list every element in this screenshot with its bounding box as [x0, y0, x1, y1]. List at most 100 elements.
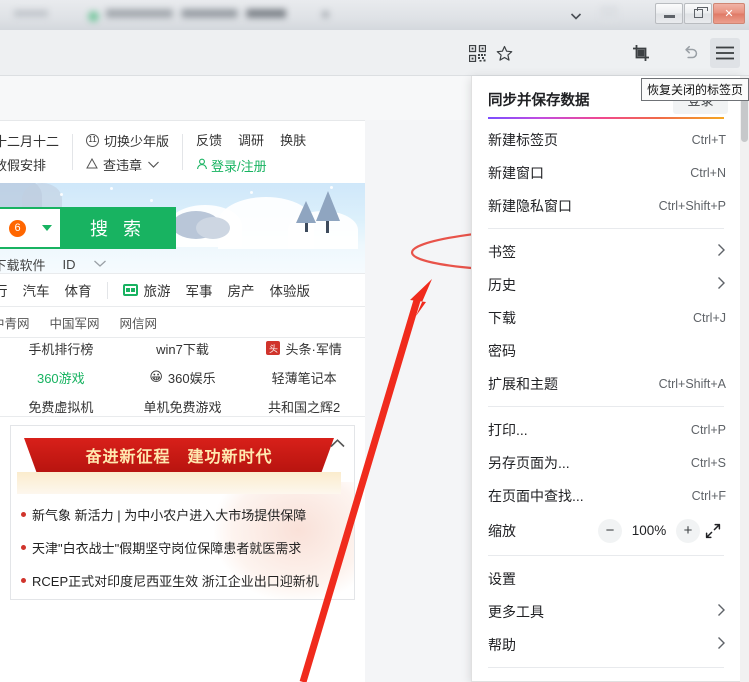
snowflake — [250, 191, 253, 194]
menu-item-exit[interactable]: 退出 Ctrl+Shift+Q — [472, 674, 740, 682]
holiday-info[interactable]: 十二月十二 放假安排 — [0, 131, 72, 174]
hot-link-2[interactable]: ID — [63, 257, 76, 272]
quick-link-5[interactable]: 轻薄笔记本 — [243, 368, 365, 387]
menu-item-save-page-as[interactable]: 另存页面为... Ctrl+S — [472, 446, 740, 479]
search-dropdown-caret-icon[interactable] — [42, 225, 52, 231]
menu-zoom-row: 缩放 − 100% + — [472, 512, 740, 549]
menu-item-label: 帮助 — [488, 635, 516, 655]
hamburger-menu-icon[interactable] — [710, 38, 740, 68]
divider — [107, 282, 108, 299]
browser-toolbar — [0, 30, 749, 76]
nav-item-1[interactable]: 汽车 — [23, 280, 50, 300]
bush-shape — [196, 217, 230, 239]
zoom-in-button[interactable]: + — [676, 519, 700, 543]
subnav-item-2[interactable]: 网信网 — [120, 313, 158, 332]
utility-middle-group: 11 切换少年版 查违章 — [73, 131, 182, 174]
menu-item-new-window[interactable]: 新建窗口 Ctrl+N — [472, 156, 740, 189]
search-button[interactable]: 搜 索 — [60, 207, 176, 249]
menu-item-history[interactable]: 历史 — [472, 268, 740, 301]
news-banner-shadow — [17, 472, 341, 494]
chevron-down-icon[interactable] — [147, 157, 160, 172]
teen-mode-link[interactable]: 11 切换少年版 — [86, 131, 169, 150]
quick-link-label: 手机排行榜 — [28, 339, 93, 358]
feedback-link[interactable]: 反馈 — [196, 130, 222, 149]
traffic-violation-link[interactable]: 查违章 — [86, 155, 169, 174]
quick-link-8[interactable]: 共和国之辉2 — [243, 397, 365, 416]
tab-close-icon[interactable] — [322, 11, 329, 18]
window-minimize-button[interactable] — [655, 3, 683, 24]
menu-item-label: 历史 — [488, 275, 516, 295]
skin-link[interactable]: 换肤 — [280, 130, 306, 149]
zoom-value: 100% — [622, 523, 676, 538]
menu-item-more-tools[interactable]: 更多工具 — [472, 595, 740, 628]
window-restore-button[interactable] — [684, 3, 712, 24]
search-count-badge: 6 — [9, 220, 26, 237]
bookmark-star-icon[interactable] — [489, 38, 519, 68]
nav-item-5[interactable]: 房产 — [228, 280, 255, 300]
login-register-label: 登录/注册 — [211, 156, 267, 175]
news-item[interactable]: 新气象 新活力 | 为中小农户进入大市场提供保障 — [21, 498, 346, 531]
menu-item-label: 新建隐私窗口 — [488, 196, 572, 216]
quick-link-4[interactable]: 😀360娱乐 — [122, 368, 244, 387]
zoom-out-button[interactable]: − — [598, 519, 622, 543]
site-login-register-link[interactable]: 登录/注册 — [196, 156, 306, 175]
news-item[interactable]: RCEP正式对印度尼西亚生效 浙江企业出口迎新机 — [21, 564, 346, 597]
menu-item-passwords[interactable]: 密码 — [472, 334, 740, 367]
screenshot-crop-icon[interactable] — [626, 38, 656, 68]
quick-links-grid: 手机排行榜 win7下载 头头条·军情 360游戏 😀360娱乐 轻薄笔记本 免… — [0, 337, 365, 417]
quick-link-1[interactable]: win7下载 — [122, 339, 244, 358]
hot-link-1[interactable]: 下载软件 — [0, 255, 46, 273]
menu-item-downloads[interactable]: 下载 Ctrl+J — [472, 301, 740, 334]
quick-link-0[interactable]: 手机排行榜 — [0, 339, 122, 358]
quick-link-label: 共和国之辉2 — [268, 397, 340, 416]
menu-item-bookmarks[interactable]: 书签 — [472, 235, 740, 268]
menu-item-find-in-page[interactable]: 在页面中查找... Ctrl+F — [472, 479, 740, 512]
browser-tabstrip-blurred[interactable] — [0, 0, 640, 30]
quick-link-3[interactable]: 360游戏 — [0, 368, 122, 387]
menu-item-label: 下载 — [488, 308, 516, 328]
quick-link-7[interactable]: 单机免费游戏 — [122, 397, 244, 416]
quick-link-2[interactable]: 头头条·军情 — [243, 339, 365, 358]
fullscreen-button[interactable] — [700, 519, 726, 543]
restore-closed-tab-tooltip: 恢复关闭的标签页 — [641, 78, 749, 101]
news-collapse-chevron-up-icon[interactable] — [329, 436, 346, 453]
subnav-item-1[interactable]: 中国军网 — [50, 313, 100, 332]
news-item[interactable]: 天津"白衣战士"假期坚守岗位保障患者就医需求 — [21, 531, 346, 564]
survey-link[interactable]: 调研 — [238, 130, 264, 149]
menu-item-accel: Ctrl+J — [693, 311, 726, 325]
search-input[interactable]: 6 — [0, 207, 60, 249]
menu-item-label: 在页面中查找... — [488, 486, 584, 506]
menu-item-settings[interactable]: 设置 — [472, 562, 740, 595]
page-scrollbar[interactable] — [740, 76, 749, 682]
quick-link-6[interactable]: 免费虚拟机 — [0, 397, 122, 416]
menu-gradient-divider — [488, 117, 724, 119]
menu-item-new-private-window[interactable]: 新建隐私窗口 Ctrl+Shift+P — [472, 189, 740, 222]
undo-arrow-icon[interactable] — [675, 38, 705, 68]
quick-link-label: 单机免费游戏 — [143, 397, 221, 416]
bullet-icon — [21, 545, 26, 550]
nav-item-0[interactable]: 行 — [0, 280, 8, 300]
tab-list-chevron-down-icon[interactable] — [568, 8, 584, 24]
menu-item-label: 打印... — [488, 420, 528, 440]
window-titlebar: ✕ — [0, 0, 749, 30]
tree-shape — [296, 201, 316, 223]
nav-item-2[interactable]: 体育 — [65, 280, 92, 300]
nav-item-3[interactable]: 旅游 — [144, 280, 171, 300]
menu-item-new-tab[interactable]: 新建标签页 Ctrl+T — [472, 123, 740, 156]
menu-divider — [488, 228, 724, 229]
menu-item-extensions-themes[interactable]: 扩展和主题 Ctrl+Shift+A — [472, 367, 740, 400]
menu-item-help[interactable]: 帮助 — [472, 628, 740, 661]
hot-links-chevron-down-icon[interactable] — [93, 259, 107, 271]
menu-item-print[interactable]: 打印... Ctrl+P — [472, 413, 740, 446]
nav-item-4[interactable]: 军事 — [186, 280, 213, 300]
subnav-item-0[interactable]: 中青网 — [0, 313, 30, 332]
tab-title-blurred — [106, 9, 286, 18]
menu-item-accel: Ctrl+F — [692, 489, 726, 503]
titlebar-extra-button[interactable] — [600, 6, 618, 22]
qrcode-icon[interactable] — [462, 38, 492, 68]
window-close-button[interactable]: ✕ — [713, 3, 745, 24]
news-item-text: 新气象 新活力 | 为中小农户进入大市场提供保障 — [32, 505, 306, 524]
nav-item-6[interactable]: 体验版 — [270, 280, 311, 300]
menu-divider — [488, 406, 724, 407]
menu-item-label: 新建窗口 — [488, 163, 544, 183]
